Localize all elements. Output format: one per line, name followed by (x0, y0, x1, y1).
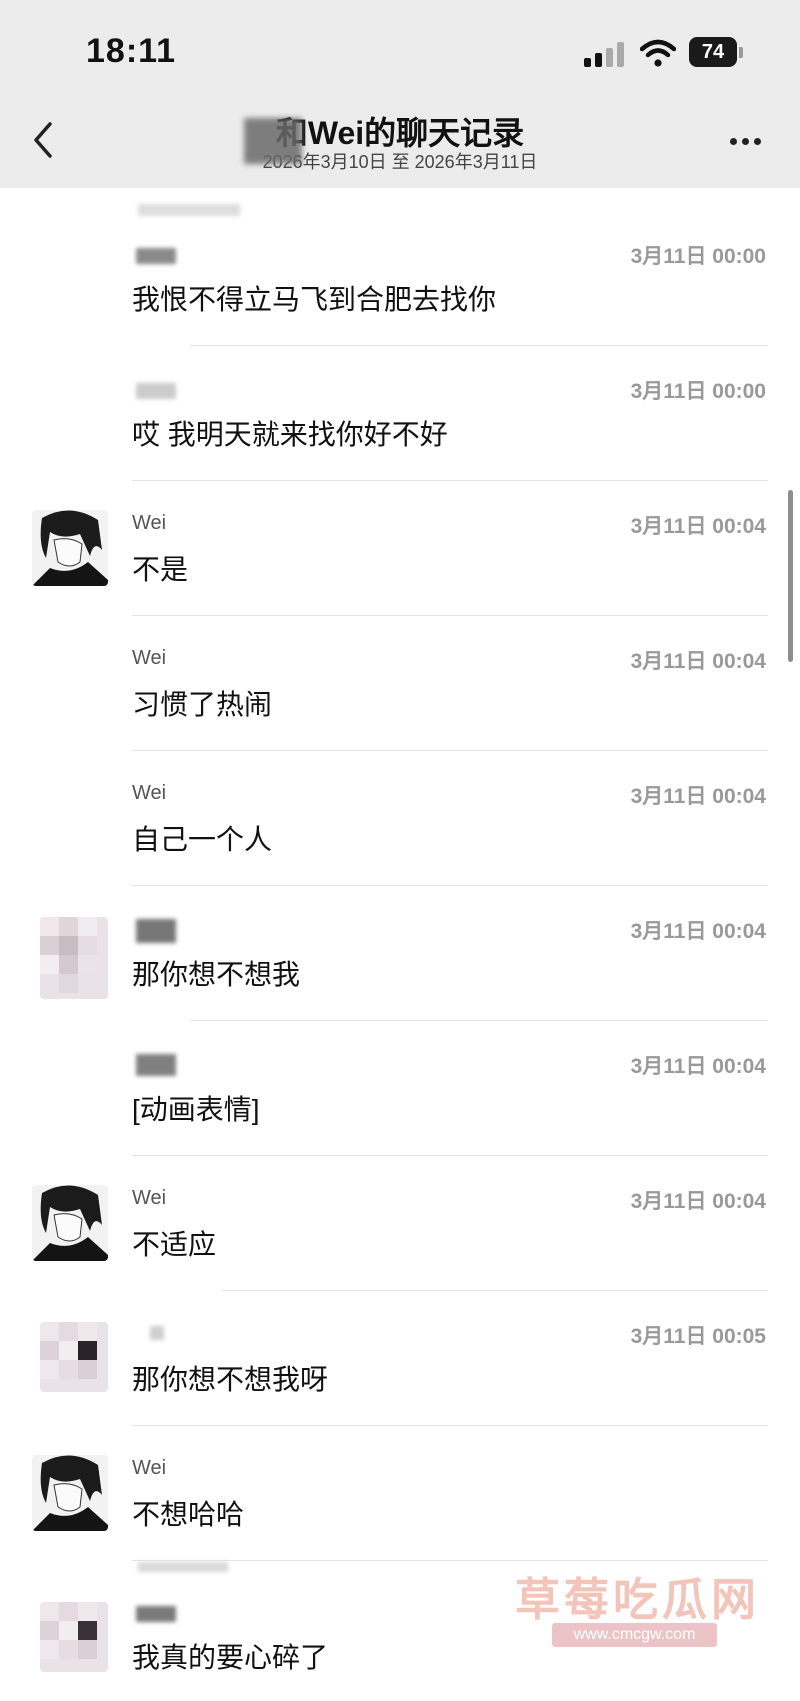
message-time: 3月11日 00:05 (630, 1325, 766, 1348)
message-time: 3月11日 00:04 (630, 785, 766, 808)
list-item[interactable]: Wei 3月11日 00:04 不是 (0, 480, 800, 615)
message-text: 习惯了热闹 (132, 689, 273, 720)
list-item[interactable]: Wei 不想哈哈 (0, 1425, 800, 1560)
status-time: 18:11 (86, 32, 177, 70)
redacted-sender (136, 383, 176, 399)
avatar[interactable] (40, 917, 108, 999)
divider (132, 750, 768, 751)
avatar[interactable] (32, 1185, 108, 1261)
divider (138, 1562, 228, 1572)
list-item[interactable]: 3月11日 00:04 那你想不想我 (0, 885, 800, 1020)
divider (190, 1020, 768, 1021)
message-text: 那你想不想我 (132, 959, 301, 990)
list-item[interactable]: 3月11日 00:05 那你想不想我呀 (0, 1290, 800, 1425)
redacted-sender (136, 248, 176, 264)
list-item[interactable]: 3月11日 00:00 哎 我明天就来找你好不好 (0, 345, 800, 480)
battery-level: 74 (689, 37, 737, 67)
message-time: 3月11日 00:04 (630, 515, 766, 538)
redacted-sender (136, 1606, 176, 1622)
redacted-sender (136, 919, 176, 943)
avatar[interactable] (32, 1455, 108, 1531)
avatar[interactable] (32, 510, 108, 586)
divider (132, 1155, 768, 1156)
wifi-icon (640, 39, 676, 67)
message-text: 自己一个人 (132, 824, 273, 855)
divider (132, 615, 768, 616)
redacted-name (244, 118, 302, 164)
list-item[interactable]: Wei 3月11日 00:04 习惯了热闹 (0, 615, 800, 750)
divider (132, 1560, 768, 1561)
list-item[interactable]: 3月11日 00:04 [动画表情] (0, 1020, 800, 1155)
sender-name: Wei (132, 782, 167, 804)
divider (190, 345, 768, 346)
message-text: 哎 我明天就来找你好不好 (132, 419, 448, 450)
message-time: 3月11日 00:04 (630, 1055, 766, 1078)
message-text: 我恨不得立马飞到合肥去找你 (132, 284, 497, 315)
message-text: 那你想不想我呀 (132, 1364, 329, 1395)
watermark-url: www.cmcgw.com (552, 1623, 717, 1647)
sender-name: Wei (132, 647, 167, 669)
cellular-signal-icon (584, 41, 626, 67)
message-text: 不想哈哈 (132, 1499, 245, 1530)
divider (132, 1425, 768, 1426)
divider (132, 480, 768, 481)
scrollbar[interactable] (788, 490, 793, 662)
message-text: 不适应 (132, 1229, 217, 1260)
message-text: 不是 (132, 554, 189, 585)
message-time: 3月11日 00:00 (630, 245, 766, 268)
divider (138, 204, 240, 216)
message-time: 3月11日 00:04 (630, 650, 766, 673)
message-time: 3月11日 00:04 (630, 920, 766, 943)
message-time: 3月11日 00:04 (630, 1190, 766, 1213)
message-text: [动画表情] (132, 1094, 260, 1125)
avatar[interactable] (40, 1322, 108, 1392)
redacted-sender (136, 1054, 176, 1076)
navigation-bar: 18:11 74 和Wei的聊天记录 2026年3月10日 至 2026年3月1… (0, 0, 800, 188)
divider (222, 1290, 768, 1291)
battery-icon: 74 (689, 37, 745, 69)
message-text: 我真的要心碎了 (132, 1642, 329, 1673)
avatar[interactable] (40, 1602, 108, 1672)
list-item[interactable]: Wei 3月11日 00:04 不适应 (0, 1155, 800, 1290)
divider (132, 885, 768, 886)
date-range: 2026年3月10日 至 2026年3月11日 (262, 152, 538, 172)
list-item[interactable]: 3月11日 00:00 我恨不得立马飞到合肥去找你 (0, 204, 800, 345)
more-icon[interactable] (726, 126, 766, 156)
message-time: 3月11日 00:00 (630, 380, 766, 403)
list-item[interactable]: Wei 3月11日 00:04 自己一个人 (0, 750, 800, 885)
sender-name: Wei (132, 1187, 167, 1209)
watermark-logo: 草莓吃瓜网 (515, 1574, 761, 1625)
sender-name: Wei (132, 512, 167, 534)
redacted-sender (150, 1326, 164, 1340)
sender-name: Wei (132, 1457, 167, 1479)
